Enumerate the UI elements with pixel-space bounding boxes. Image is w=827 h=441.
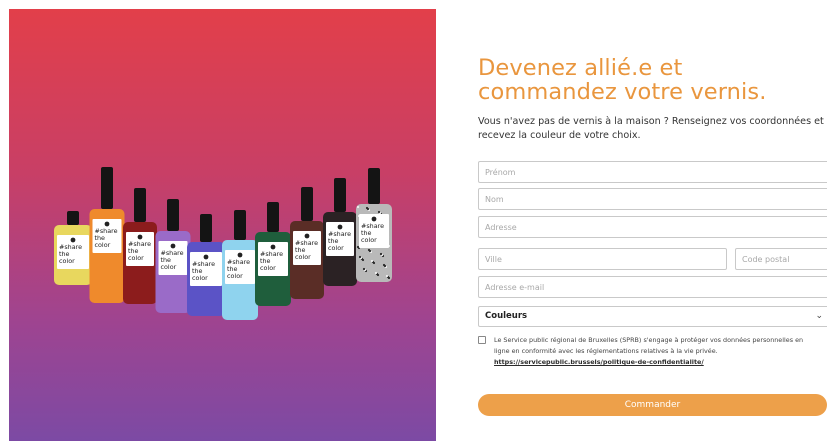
lastname-field[interactable] [478, 188, 827, 210]
bottle-label-text: color [328, 244, 344, 252]
hero-image: #share the color #share the color #share the col… [9, 9, 436, 441]
postal-code-field[interactable] [735, 248, 827, 270]
bottle-label-text: color [161, 263, 177, 271]
nail-polish-bottles: #sharethecolor#sharethecolor #sharethecol… [54, 167, 392, 320]
address-field[interactable] [478, 216, 827, 238]
bottle-label-text: color [260, 264, 276, 272]
nail-polish-bottle: #sharethecolor [155, 199, 191, 313]
consent-line-1: Le Service public régional de Bruxelles … [494, 336, 804, 344]
form-title: Devenez allié.e et commandez votre verni… [478, 55, 767, 105]
bottle-label-text: color [128, 254, 144, 262]
bottle-label-text: color [227, 272, 243, 280]
nail-polish-bottle: #sharethecolor [89, 167, 125, 303]
nail-polish-bottle: #sharethecolor [356, 168, 392, 282]
email-field[interactable] [478, 276, 827, 298]
nail-polish-bottle: #sharethecolor [54, 211, 92, 285]
consent-line-2: ligne en conformité avec les réglementat… [494, 347, 718, 355]
chevron-down-icon: ⌄ [815, 311, 823, 321]
consent-checkbox[interactable] [478, 336, 486, 344]
nail-polish-bottle: #sharethecolor [323, 178, 357, 286]
nail-polish-bottle: #sharethecolor [187, 214, 225, 316]
order-form: Devenez allié.e et commandez votre verni… [478, 0, 827, 441]
color-select-value: Couleurs [485, 311, 528, 321]
bottle-label-text: color [59, 257, 75, 265]
bottle-label-text: color [192, 274, 208, 282]
nail-polish-bottle: #sharethecolor [222, 210, 258, 320]
color-select[interactable]: Couleurs ⌄ [478, 306, 827, 327]
firstname-field[interactable] [478, 161, 827, 183]
bottle-label-text: color [361, 236, 377, 244]
bottle-label-text: color [295, 253, 311, 261]
consent-text: Le Service public régional de Bruxelles … [494, 335, 827, 368]
order-button[interactable]: Commander [478, 394, 827, 416]
city-field[interactable] [478, 248, 727, 270]
nail-polish-bottle: #sharethecolor [255, 202, 291, 306]
nail-polish-bottle: #sharethecolor [123, 188, 157, 304]
privacy-policy-link[interactable]: https://servicepublic.brussels/politique… [494, 357, 827, 368]
bottle-label-text: color [95, 241, 111, 249]
form-intro: Vous n'avez pas de vernis à la maison ? … [478, 116, 824, 141]
nail-polish-bottle: #sharethecolor [290, 187, 324, 299]
